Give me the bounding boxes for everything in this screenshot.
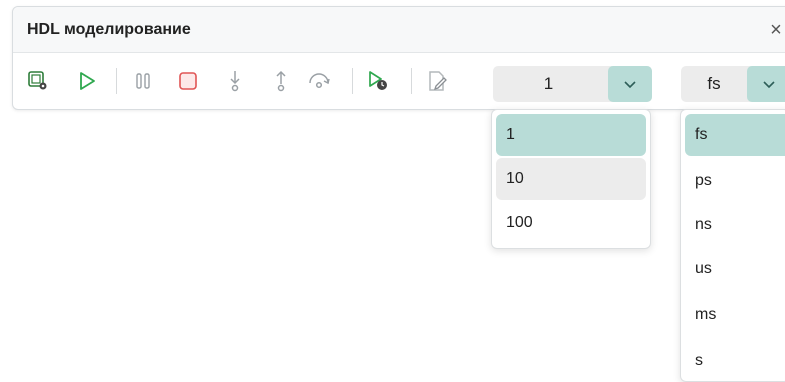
step-count-dropdown-button[interactable]	[608, 66, 652, 102]
pause-icon[interactable]	[131, 69, 155, 93]
simulation-toolbar: 1 fs	[13, 54, 785, 108]
stop-icon[interactable]	[176, 69, 200, 93]
time-unit-option[interactable]: ns	[685, 204, 785, 246]
time-unit-option[interactable]: ms	[685, 294, 785, 336]
chevron-down-icon	[763, 81, 775, 89]
toolbar-separator	[411, 68, 412, 94]
settings-chip-icon[interactable]	[26, 69, 50, 93]
time-unit-option[interactable]: ps	[685, 160, 785, 202]
time-unit-option[interactable]: fs	[685, 114, 785, 156]
step-over-icon[interactable]	[307, 69, 331, 93]
time-unit-combo[interactable]: fs	[681, 66, 785, 102]
step-count-combo[interactable]: 1	[493, 66, 652, 102]
time-unit-option[interactable]: us	[685, 248, 785, 290]
run-timed-icon[interactable]	[366, 69, 390, 93]
panel-title: HDL моделирование	[27, 20, 191, 38]
time-unit-option[interactable]: s	[685, 340, 785, 382]
step-count-option[interactable]: 10	[496, 158, 646, 200]
toolbar-separator	[352, 68, 353, 94]
step-count-value: 1	[543, 74, 554, 93]
step-count-option[interactable]: 1	[496, 114, 646, 156]
panel-header: HDL моделирование	[13, 7, 785, 53]
step-count-option[interactable]: 100	[496, 202, 646, 244]
step-out-icon[interactable]	[269, 69, 293, 93]
step-into-icon[interactable]	[223, 69, 247, 93]
time-unit-dropdown-button[interactable]	[747, 66, 785, 102]
time-unit-dropdown-list: fs ps ns us ms s	[680, 109, 785, 382]
chevron-down-icon	[624, 81, 636, 89]
close-button[interactable]: ×	[765, 19, 785, 41]
time-unit-value: fs	[707, 74, 721, 93]
toolbar-separator	[116, 68, 117, 94]
edit-file-icon[interactable]	[425, 69, 449, 93]
step-count-dropdown-list: 1 10 100	[491, 109, 651, 249]
hdl-simulation-panel: HDL моделирование × 1 fs	[12, 6, 785, 110]
run-icon[interactable]	[75, 69, 99, 93]
